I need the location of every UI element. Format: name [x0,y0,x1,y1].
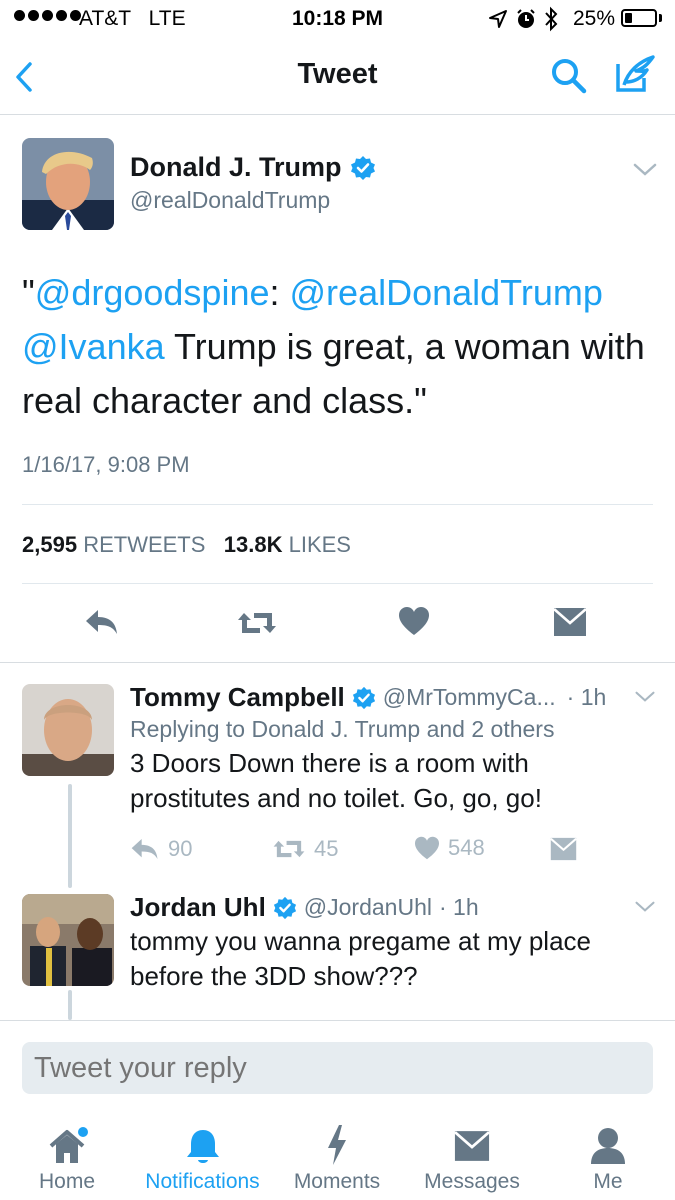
retweet-icon[interactable] [236,609,278,637]
heart-icon[interactable] [398,606,430,636]
reply-input[interactable] [22,1042,653,1094]
reply-header: Tommy Campbell @MrTommyCa... · 1h [130,682,606,713]
reply-icon [131,839,158,859]
author-handle[interactable]: @realDonaldTrump [130,187,376,214]
thread-line [68,990,72,1020]
chevron-down-icon[interactable] [632,162,658,178]
reply-author-handle[interactable]: @MrTommyCa... [383,684,556,711]
reply-time: · 1h [566,684,607,710]
tab-bar: Home Notifications Moments Messages Me [0,1122,675,1200]
location-icon [489,10,507,28]
battery-percent: 25% [573,7,616,30]
replying-to[interactable]: Replying to Donald J. Trump and 2 others [130,716,554,743]
compose-icon[interactable] [614,54,656,94]
reply-avatar[interactable] [22,894,114,986]
author-name[interactable]: Donald J. Trump [130,152,342,183]
person-icon [591,1128,625,1164]
tweet-text: "@drgoodspine: @realDonaldTrump @Ivanka … [22,272,645,421]
likes-stat[interactable]: 13.8K LIKES [224,532,351,557]
alarm-icon [517,9,535,28]
reply-time: · 1h [438,894,479,920]
envelope-icon[interactable] [550,837,577,861]
retweet-action[interactable]: 45 [272,836,338,862]
divider [22,504,653,505]
reply-avatar[interactable] [22,684,114,776]
bell-icon [187,1130,219,1163]
reply-text: tommy you wanna pregame at my place befo… [130,926,591,991]
retweet-icon [273,840,305,858]
author-header: Donald J. Trump @realDonaldTrump [130,152,376,214]
nav-bar: Tweet [0,40,675,115]
divider [22,583,653,584]
retweets-stat[interactable]: 2,595 RETWEETS [22,532,205,557]
battery-icon [621,9,657,27]
tweet-stats: 2,595 RETWEETS 13.8K LIKES [22,532,351,558]
verified-badge-icon [352,686,375,709]
home-icon [49,1127,88,1163]
chevron-down-icon[interactable] [634,690,656,704]
chevron-down-icon[interactable] [634,900,656,914]
author-avatar[interactable] [22,138,114,230]
reply-text: 3 Doors Down there is a room with prosti… [130,748,542,813]
bluetooth-icon [545,6,558,32]
divider [0,662,675,663]
verified-badge-icon [350,155,375,180]
reply-header: Jordan Uhl @JordanUhl · 1h [130,892,479,923]
lightning-icon [328,1125,346,1165]
like-action[interactable]: 548 [414,835,485,861]
reply-icon[interactable] [84,608,120,636]
mention-link[interactable]: @drgoodspine [35,272,270,313]
heart-icon [415,836,439,860]
reply-author-name[interactable]: Jordan Uhl [130,892,266,923]
envelope-icon [454,1131,490,1161]
search-icon[interactable] [550,57,588,95]
verified-badge-icon [273,896,296,919]
status-bar: AT&T LTE 10:18 PM 25% [0,0,675,40]
mention-link[interactable]: @Ivanka [22,326,165,367]
reply-action[interactable]: 90 [130,836,192,862]
tweet-timestamp: 1/16/17, 9:08 PM [22,452,190,477]
reply-author-handle[interactable]: @JordanUhl [304,894,432,921]
thread-line [68,784,72,888]
reply-composer [0,1020,675,1123]
mention-link[interactable]: @realDonaldTrump [290,272,603,313]
envelope-icon[interactable] [553,607,587,637]
reply-author-name[interactable]: Tommy Campbell [130,682,345,713]
